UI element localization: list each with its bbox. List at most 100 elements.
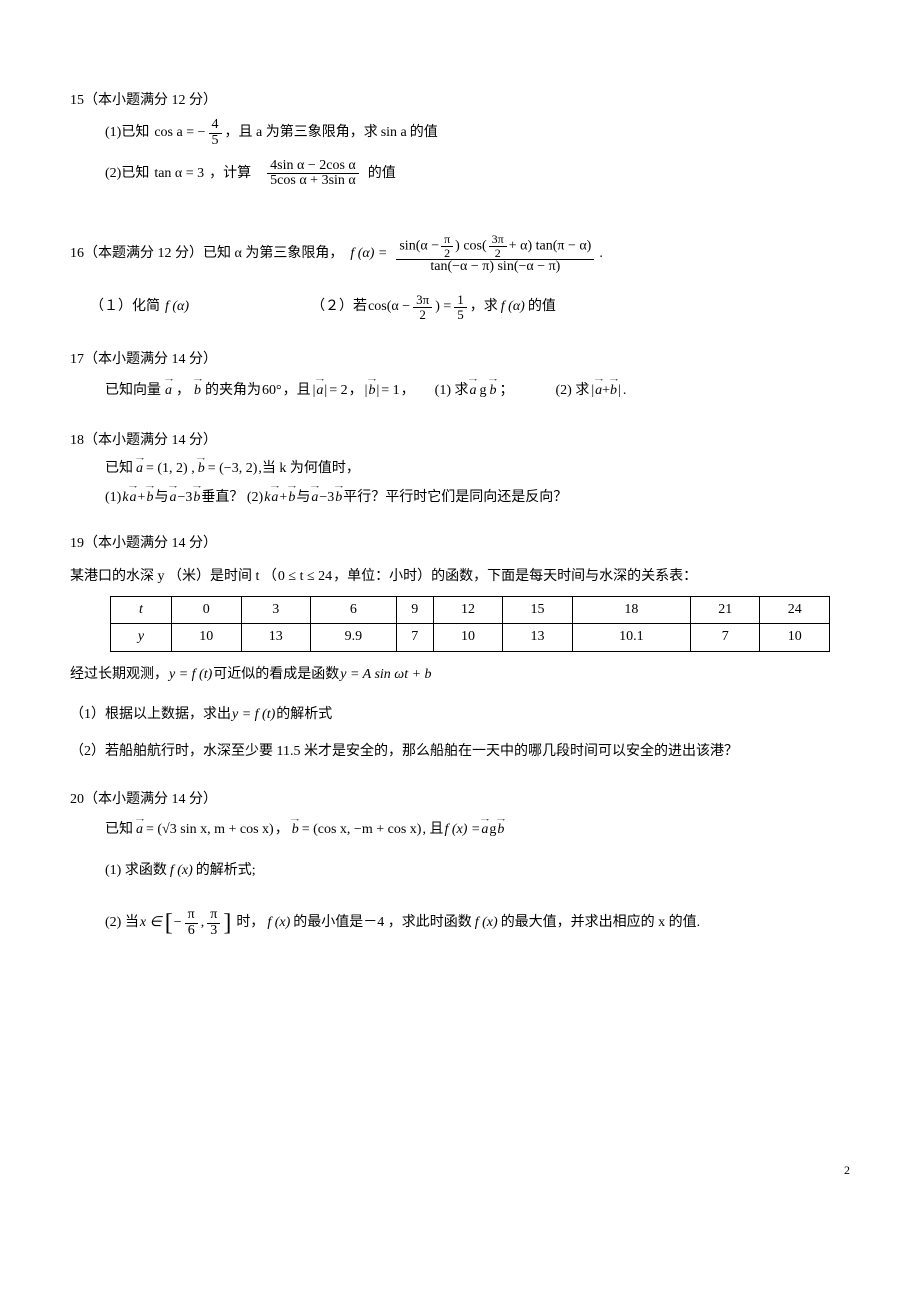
vector-a-icon: a [271, 487, 278, 509]
problem-19-aftertable: 经过长期观测， y = f (t) 可近似的看成是函数 y = A sin ωt… [70, 664, 850, 686]
vector-a-icon: a [316, 380, 323, 402]
t: (1) [105, 487, 121, 509]
t: sin(α − [399, 238, 439, 253]
cell: 13 [241, 624, 311, 651]
problem-20-header: 20（本小题满分 14 分） [70, 789, 850, 811]
cell: 0 [172, 597, 242, 624]
t: 的解析式 [276, 704, 332, 726]
cell: 21 [690, 597, 760, 624]
t: 的解析式; [196, 860, 256, 882]
abs-icon: a+b [590, 380, 622, 402]
p16-fa: f (α) = [350, 243, 387, 265]
fraction-icon: π3 [207, 908, 220, 938]
p15-2-text-d: 的值 [368, 163, 396, 185]
frac-num: 4 [209, 118, 222, 134]
problem-20-line1: 已知 a = (√3 sin x, m + cos x) ， b = (cos … [105, 819, 850, 841]
problem-20-q2: (2) 当 x ∈ [ − π6 , π3 ] 时， f (x) 的最小值是－4… [105, 904, 850, 942]
vector-b-icon: b [146, 487, 153, 509]
t: 垂直？ (2) [201, 487, 263, 509]
vector-b-icon: b [335, 487, 342, 509]
cell: 18 [572, 597, 690, 624]
n: π [207, 908, 220, 924]
cell: 6 [311, 597, 397, 624]
cell: t [111, 597, 172, 624]
q1a: (1) 求 [435, 380, 469, 402]
m: y = A sin ωt + b [340, 664, 431, 686]
vector-a-icon: a [470, 380, 477, 402]
p16-s2-e: f (α) [501, 296, 525, 318]
vector-a-icon: a [136, 819, 143, 841]
p15-1-text-c: ，且 a 为第三象限角，求 [225, 122, 378, 144]
d: 2 [441, 247, 453, 260]
m: f (x) [475, 912, 498, 934]
cell: 10 [433, 624, 503, 651]
d: 5 [454, 308, 467, 322]
p16-den: tan(−α − π) sin(−α − π) [427, 260, 563, 275]
minus-icon: − [174, 912, 182, 934]
problem-17-line: 已知向量 a ， b 的夹角为 60° ，且 a = 2 ， b = 1 ， (… [105, 380, 850, 402]
cell: 13 [503, 624, 573, 651]
t: ，且 [283, 380, 311, 402]
fraction-icon: sin(α −π2) cos(3π2+ α) tan(π − α) tan(−α… [396, 233, 594, 275]
cell: 24 [760, 597, 830, 624]
p15-1-text-a: (1)已知 [105, 122, 149, 144]
table-row: y 10 13 9.9 7 10 13 10.1 7 10 [111, 624, 830, 651]
problem-15-header: 15（本小题满分 12 分） [70, 90, 850, 112]
problem-18-header: 18（本小题满分 14 分） [70, 430, 850, 452]
q2a: (2) 求 [556, 380, 590, 402]
t: 的最小值是－4 ，求此时函数 [293, 912, 472, 934]
vector-a-icon: a [130, 487, 137, 509]
d: 3 [207, 924, 220, 939]
p16-num: sin(α −π2) cos(3π2+ α) tan(π − α) [396, 233, 594, 260]
problem-20-q1: (1) 求函数 f (x) 的解析式; [105, 860, 850, 882]
p16-s2-a: （２）若 [311, 296, 367, 318]
cell: 7 [396, 624, 433, 651]
vector-b-icon: b [368, 380, 375, 402]
p16-header-text: 16（本题满分 12 分）已知 α 为第三象限角， [70, 243, 343, 265]
page-number: 2 [844, 1161, 850, 1180]
fraction-icon: 4 5 [209, 118, 222, 148]
fraction-icon: 3π2 [489, 233, 507, 259]
abs-icon: b [364, 380, 381, 402]
cell: 10 [760, 624, 830, 651]
p15-2-math-b: tan α = 3 [154, 163, 204, 185]
fraction-icon: π2 [441, 233, 453, 259]
cell: y [111, 624, 172, 651]
q2b: . [623, 380, 627, 402]
problem-15-part1: (1)已知 cos a = − 4 5 ，且 a 为第三象限角，求 sin a … [105, 118, 850, 148]
cell: 7 [690, 624, 760, 651]
p15-1-math-d: sin a [381, 122, 407, 144]
n: 1 [454, 293, 467, 308]
t: = (−3, 2) [208, 458, 258, 480]
abs-icon: a [312, 380, 329, 402]
cell: 15 [503, 597, 573, 624]
cell: 12 [433, 597, 503, 624]
t: ， [275, 819, 289, 841]
m: f (x) [170, 860, 193, 882]
p16-s2-f: 的值 [528, 296, 556, 318]
t: ) cos( [455, 238, 487, 253]
m: = (√3 sin x, m + cos x) [146, 819, 274, 841]
t: 经过长期观测， [70, 664, 168, 686]
n: 3π [413, 293, 432, 308]
problem-16: 16（本题满分 12 分）已知 α 为第三象限角， f (α) = sin(α … [70, 233, 850, 321]
t: 的最大值，并求出相应的 x 的值. [501, 912, 701, 934]
t: 可近似的看成是函数 [213, 664, 339, 686]
frac-num: 4sin α − 2cos α [267, 159, 359, 175]
p15-2-text-c: ，计算 [209, 163, 251, 185]
cell: 9 [396, 597, 433, 624]
n: π [441, 233, 453, 247]
problem-19-header: 19（本小题满分 14 分） [70, 533, 850, 555]
problem-16-header: 16（本题满分 12 分）已知 α 为第三象限角， f (α) = sin(α … [70, 233, 850, 275]
t: ， [401, 380, 415, 402]
t: 已知向量 [105, 380, 161, 402]
p16-s2-d: ，求 [470, 296, 498, 318]
t: ,当 k 为何值时， [258, 458, 360, 480]
data-table: t 0 3 6 9 12 15 18 21 24 y 10 13 9.9 7 1… [110, 596, 830, 652]
t: (1) 求函数 [105, 860, 167, 882]
t: 某港口的水深 y （米）是时间 t （ [70, 566, 277, 588]
t: 平行？平行时它们是同向还是反向？ [343, 487, 567, 509]
vector-a-icon: a [136, 458, 143, 480]
problem-16-subs: （１）化简 f (α) （２）若 cos(α − 3π2 ) = 15 ，求 f… [90, 293, 850, 321]
p15-1-math-b: cos a = − [154, 122, 205, 144]
